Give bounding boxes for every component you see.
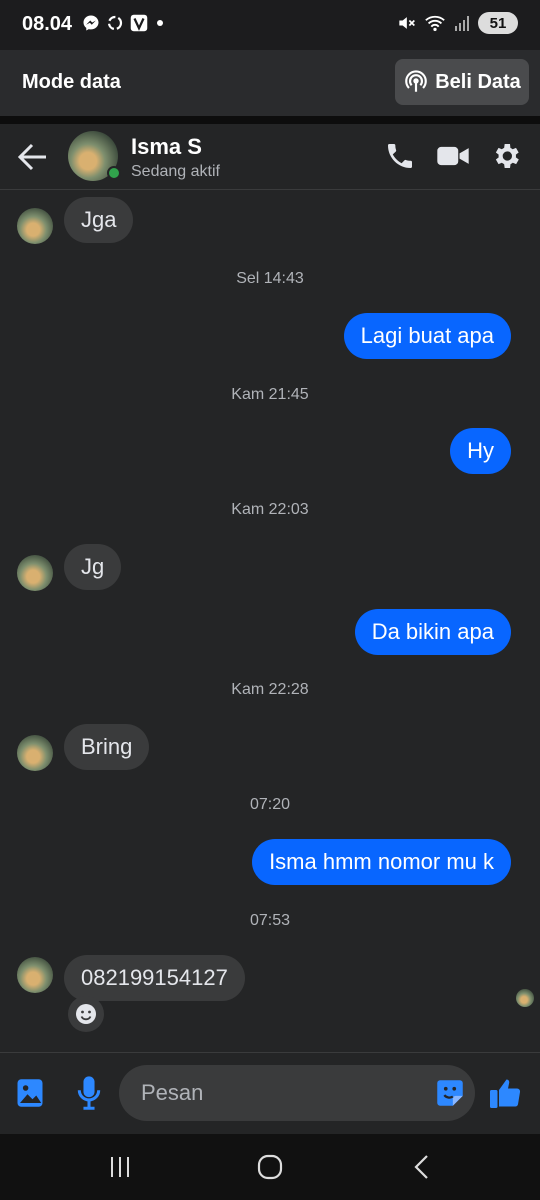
recents-button[interactable] bbox=[100, 1150, 140, 1184]
mic-icon bbox=[77, 1076, 101, 1110]
seen-indicator-avatar bbox=[516, 989, 534, 1007]
status-bar: 08.04 51 bbox=[0, 0, 540, 50]
back-icon bbox=[414, 1155, 428, 1179]
hotspot-icon bbox=[405, 70, 428, 92]
recents-icon bbox=[111, 1157, 129, 1177]
battery-level: 51 bbox=[489, 14, 507, 32]
incoming-message[interactable]: 082199154127 bbox=[64, 955, 245, 1001]
outgoing-message[interactable]: Isma hmm nomor mu k bbox=[252, 839, 511, 885]
timestamp: Kam 21:45 bbox=[231, 386, 309, 403]
like-button[interactable] bbox=[485, 1073, 525, 1113]
online-indicator bbox=[107, 166, 121, 180]
nav-back-button[interactable] bbox=[402, 1150, 442, 1184]
composer bbox=[0, 1052, 540, 1134]
header-actions bbox=[384, 140, 522, 172]
battery-icon: 51 bbox=[478, 12, 518, 34]
gear-icon[interactable] bbox=[490, 140, 522, 172]
timestamp: 07:20 bbox=[249, 796, 291, 813]
header-divider bbox=[0, 116, 540, 124]
sync-icon bbox=[107, 15, 123, 31]
incoming-message[interactable]: Jga bbox=[64, 197, 134, 243]
back-button[interactable] bbox=[16, 140, 50, 174]
phone-icon[interactable] bbox=[384, 140, 416, 172]
sender-avatar bbox=[17, 208, 53, 244]
sticker-icon bbox=[437, 1080, 463, 1106]
status-notification-icons bbox=[82, 14, 166, 32]
gallery-button[interactable] bbox=[10, 1073, 50, 1113]
buy-data-label: Beli Data bbox=[435, 70, 521, 93]
sender-avatar bbox=[17, 555, 53, 591]
outgoing-message[interactable]: Lagi buat apa bbox=[343, 313, 511, 359]
contact-name[interactable]: Isma S bbox=[131, 134, 202, 160]
outgoing-message[interactable]: Da bikin apa bbox=[354, 609, 511, 655]
chat-header: Isma S Sedang aktif bbox=[0, 124, 540, 190]
message-input[interactable] bbox=[119, 1065, 475, 1121]
video-icon[interactable] bbox=[436, 140, 470, 172]
timestamp: Kam 22:03 bbox=[231, 501, 309, 518]
dot-icon bbox=[157, 20, 163, 26]
image-icon bbox=[17, 1079, 43, 1107]
incoming-message[interactable]: Bring bbox=[64, 724, 150, 770]
reaction-button[interactable] bbox=[68, 996, 104, 1032]
outgoing-message[interactable]: Hy bbox=[450, 428, 511, 474]
mute-icon bbox=[399, 17, 415, 29]
voice-button[interactable] bbox=[69, 1073, 109, 1113]
timestamp: Kam 22:28 bbox=[231, 681, 309, 698]
status-system-icons: 51 bbox=[396, 12, 518, 34]
timestamp: Sel 14:43 bbox=[236, 270, 304, 287]
incoming-message[interactable]: Jg bbox=[64, 544, 122, 590]
data-mode-bar: Mode data Beli Data bbox=[0, 50, 540, 116]
signal-icon bbox=[455, 16, 469, 31]
messenger-icon bbox=[83, 15, 99, 31]
back-arrow-icon bbox=[17, 143, 46, 171]
sticker-button[interactable] bbox=[430, 1073, 470, 1113]
home-button[interactable] bbox=[250, 1150, 290, 1184]
contact-status: Sedang aktif bbox=[131, 163, 220, 180]
like-icon bbox=[490, 1079, 521, 1108]
home-icon bbox=[257, 1154, 283, 1180]
smiley-icon bbox=[76, 1004, 96, 1024]
v-app-icon bbox=[130, 14, 148, 32]
timestamp: 07:53 bbox=[249, 912, 291, 929]
wifi-icon bbox=[425, 15, 445, 32]
sender-avatar bbox=[17, 957, 53, 993]
status-time: 08.04 bbox=[22, 13, 73, 35]
data-mode-title: Mode data bbox=[22, 71, 121, 93]
buy-data-button[interactable]: Beli Data bbox=[395, 59, 529, 105]
sender-avatar bbox=[17, 735, 53, 771]
system-nav-bar bbox=[0, 1134, 540, 1200]
